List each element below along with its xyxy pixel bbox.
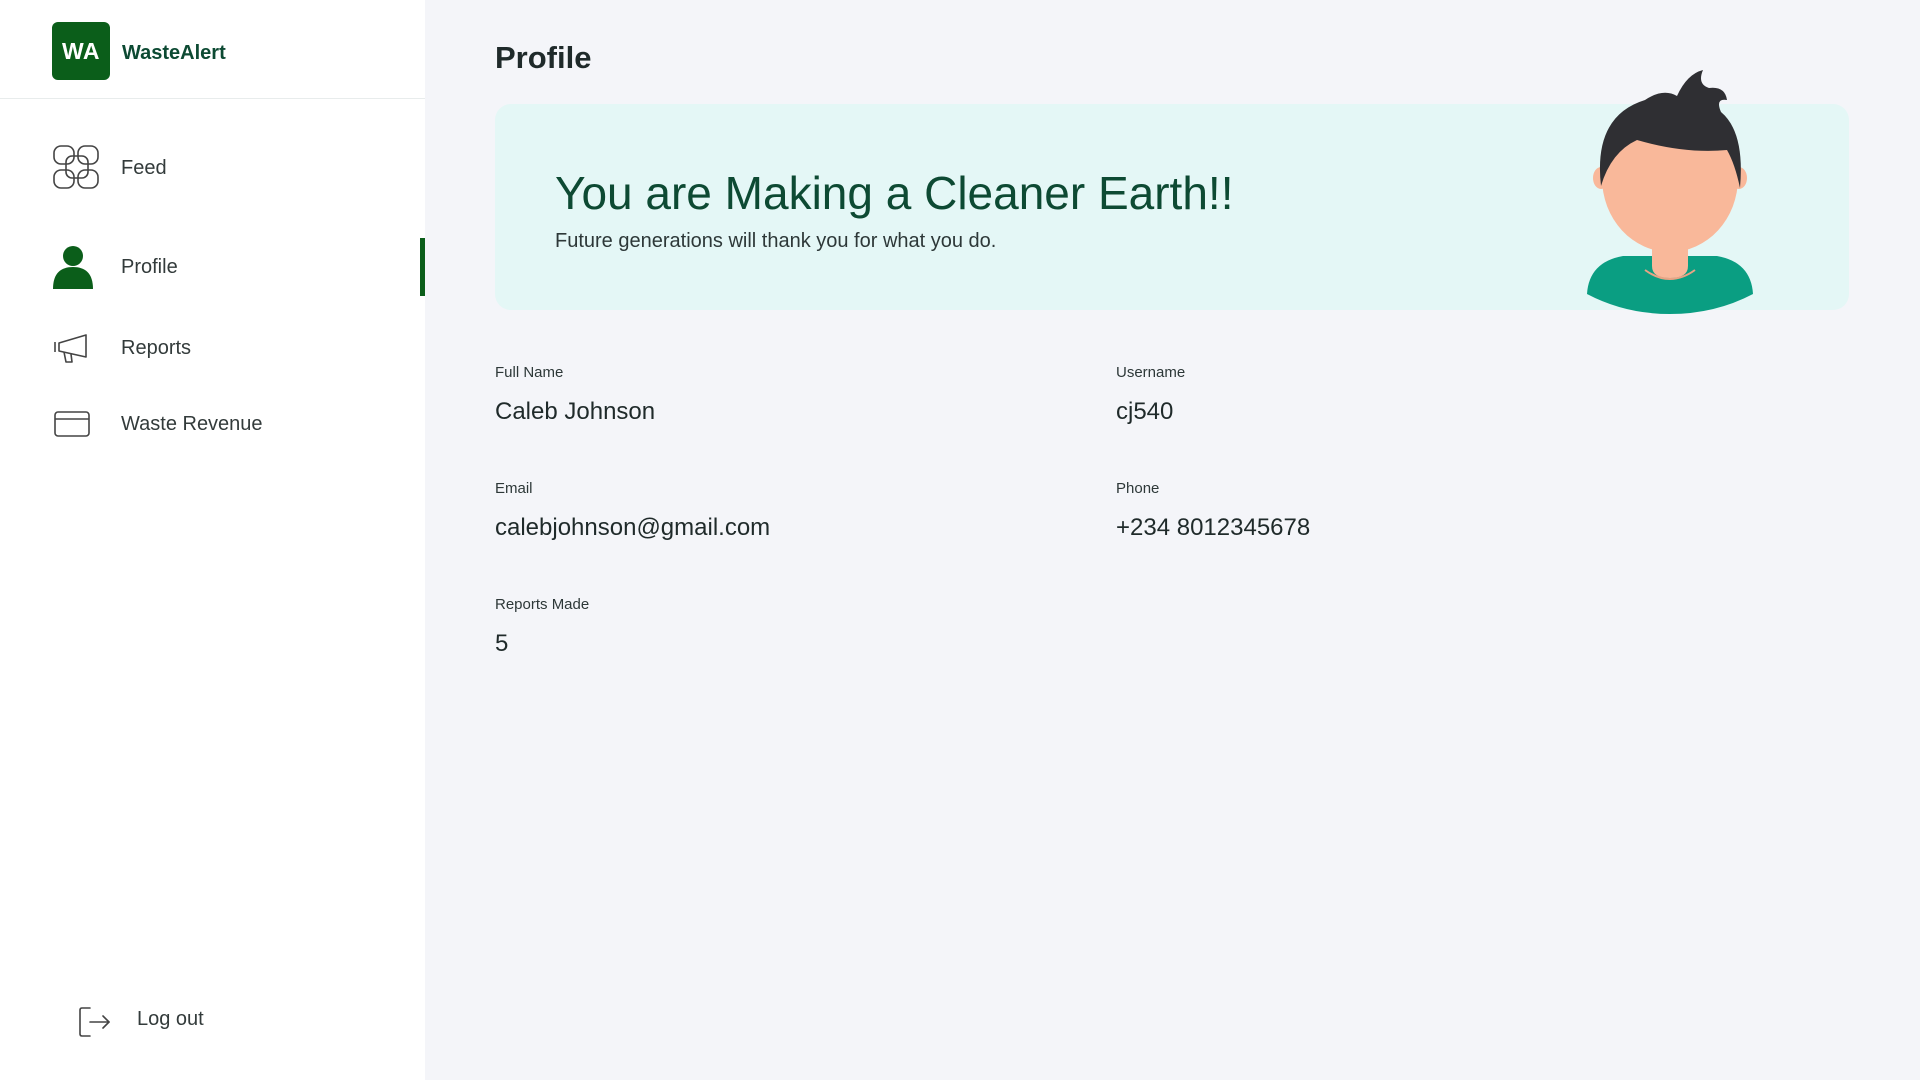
email-field: Email calebjohnson@gmail.com: [495, 480, 770, 542]
sidebar-item-label: Feed: [121, 156, 167, 179]
phone-field: Phone +234 8012345678: [1116, 480, 1310, 542]
banner-title: You are Making a Cleaner Earth!!: [555, 167, 1234, 219]
banner-subtitle: Future generations will thank you for wh…: [555, 230, 997, 252]
field-label: Reports Made: [495, 596, 590, 613]
field-label: Username: [1116, 364, 1186, 381]
page-title: Profile: [495, 40, 592, 75]
sidebar-item-label: Waste Revenue: [121, 412, 263, 435]
sidebar-item-waste-revenue[interactable]: Waste Revenue: [0, 394, 425, 454]
field-value: 5: [495, 630, 509, 657]
sidebar: WA WasteAlert Feed Profile Reports Waste…: [0, 0, 425, 1080]
field-value: Caleb Johnson: [495, 398, 656, 425]
field-label: Email: [495, 480, 533, 497]
logout-icon: [78, 1006, 112, 1043]
sidebar-item-label: Reports: [121, 336, 192, 359]
full-name-field: Full Name Caleb Johnson: [495, 364, 655, 426]
brand-header: WA WasteAlert: [0, 0, 425, 99]
feed-grid-icon: [52, 144, 102, 192]
brand-name[interactable]: WasteAlert: [122, 42, 226, 65]
field-value: calebjohnson@gmail.com: [495, 514, 771, 541]
credit-card-icon: [52, 409, 92, 439]
brand-logo[interactable]: WA: [52, 22, 110, 80]
main-content: Profile You are Making a Cleaner Earth!!…: [425, 0, 1920, 1080]
username-field: Username cj540: [1116, 364, 1185, 426]
field-value: +234 8012345678: [1116, 514, 1311, 541]
sidebar-item-label: Profile: [121, 255, 178, 278]
person-avatar-illustration: [1575, 66, 1765, 321]
reports-made-field: Reports Made 5: [495, 596, 589, 658]
user-icon: [52, 245, 94, 289]
field-label: Phone: [1116, 480, 1160, 497]
logout-button[interactable]: Log out: [0, 990, 425, 1050]
megaphone-icon: [52, 332, 90, 364]
sidebar-item-feed[interactable]: Feed: [0, 138, 425, 198]
sidebar-item-reports[interactable]: Reports: [0, 318, 425, 378]
sidebar-item-profile[interactable]: Profile: [0, 237, 425, 297]
logout-label: Log out: [137, 1008, 204, 1030]
field-value: cj540: [1116, 398, 1174, 425]
field-label: Full Name: [495, 364, 564, 381]
